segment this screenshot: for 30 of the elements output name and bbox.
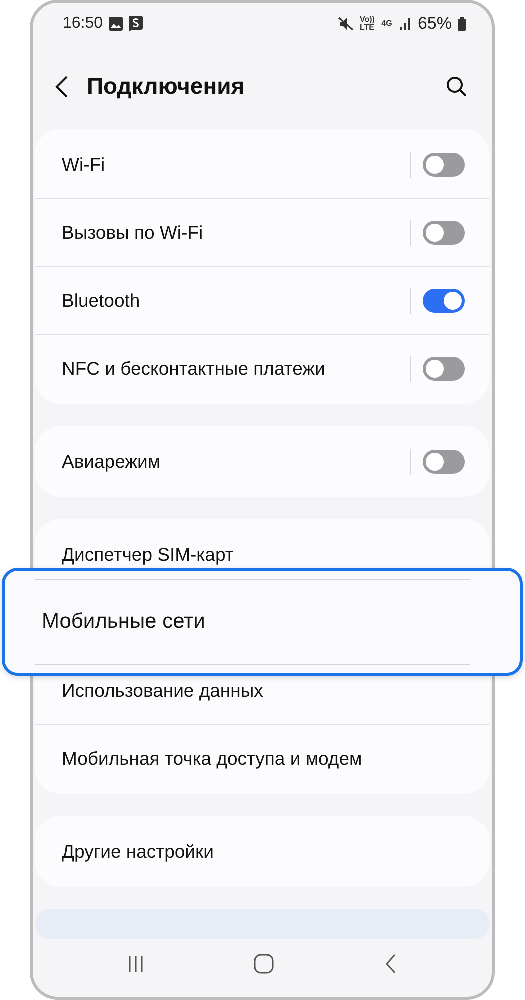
battery-percentage: 65% (418, 14, 452, 34)
list-item[interactable]: Использование данных (62, 680, 264, 702)
setting-label[interactable]: Вызовы по Wi-Fi (62, 222, 410, 244)
recent-apps-button[interactable] (128, 955, 144, 974)
setting-label[interactable]: NFC и бесконтактные платежи (62, 358, 410, 380)
network-indicator: 4G (380, 20, 394, 28)
highlighted-list-item[interactable]: Мобильные сети (2, 568, 523, 676)
list-item[interactable]: Другие настройки (62, 840, 214, 863)
image-icon (109, 16, 124, 31)
signal-icon (400, 17, 412, 30)
toggle-switch[interactable] (423, 450, 465, 474)
back-nav-button[interactable] (384, 954, 397, 974)
back-button[interactable] (55, 76, 69, 98)
volte-indicator: Vo)) LTE (360, 16, 374, 32)
home-button[interactable] (254, 954, 274, 974)
battery-icon (458, 16, 466, 31)
list-item[interactable]: Мобильная точка доступа и модем (62, 748, 362, 770)
toggle-switch[interactable] (423, 288, 465, 313)
toggle-switch[interactable] (423, 220, 465, 245)
toggle-switch[interactable] (423, 356, 465, 381)
mute-icon (338, 16, 354, 31)
message-icon (129, 16, 144, 32)
clock: 16:50 (63, 14, 104, 33)
toggle-switch[interactable] (423, 152, 465, 177)
page-title: Подключения (87, 73, 246, 100)
setting-label[interactable]: Авиарежим (62, 450, 410, 473)
list-item[interactable]: Диспетчер SIM-карт (62, 544, 234, 566)
setting-label[interactable]: Wi-Fi (62, 154, 410, 176)
search-button[interactable] (446, 76, 468, 98)
setting-label[interactable]: Bluetooth (62, 290, 410, 312)
